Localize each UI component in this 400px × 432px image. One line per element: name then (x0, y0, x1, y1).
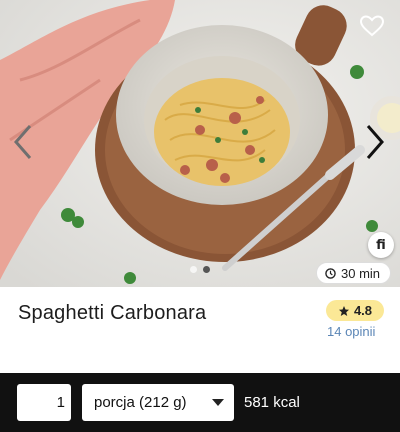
carousel-indicators (190, 266, 210, 273)
pasta-plate-image (0, 0, 400, 287)
prep-time-badge: 30 min (316, 262, 392, 284)
clock-icon (325, 267, 336, 279)
recipe-photo: fi 30 min (0, 0, 400, 287)
heart-icon (360, 15, 384, 37)
favorite-button[interactable] (356, 10, 388, 42)
recipe-title: Spaghetti Carbonara (18, 302, 207, 324)
quantity-input[interactable] (17, 384, 71, 421)
rating-badge: 4.8 (326, 300, 384, 321)
portion-selected-value: porcja (212 g) (94, 394, 187, 411)
calories-value: 581 kcal (244, 394, 300, 411)
fi-logo-text: fi (376, 237, 386, 253)
nutrition-bar: porcja (212 g) 581 kcal (0, 373, 400, 432)
chevron-right-icon (366, 125, 384, 159)
reviews-link[interactable]: 14 opinii (327, 324, 375, 339)
previous-image-button[interactable] (8, 120, 38, 164)
carousel-dot[interactable] (190, 266, 197, 273)
rating-value: 4.8 (353, 303, 373, 318)
star-icon (338, 305, 349, 316)
chevron-left-icon (14, 125, 32, 159)
fi-logo-badge: fi (368, 232, 394, 258)
portion-select[interactable]: porcja (212 g) (82, 384, 234, 421)
next-image-button[interactable] (360, 120, 390, 164)
carousel-dot-active[interactable] (203, 266, 210, 273)
prep-time-label: 30 min (341, 265, 381, 281)
caret-down-icon (212, 399, 224, 406)
